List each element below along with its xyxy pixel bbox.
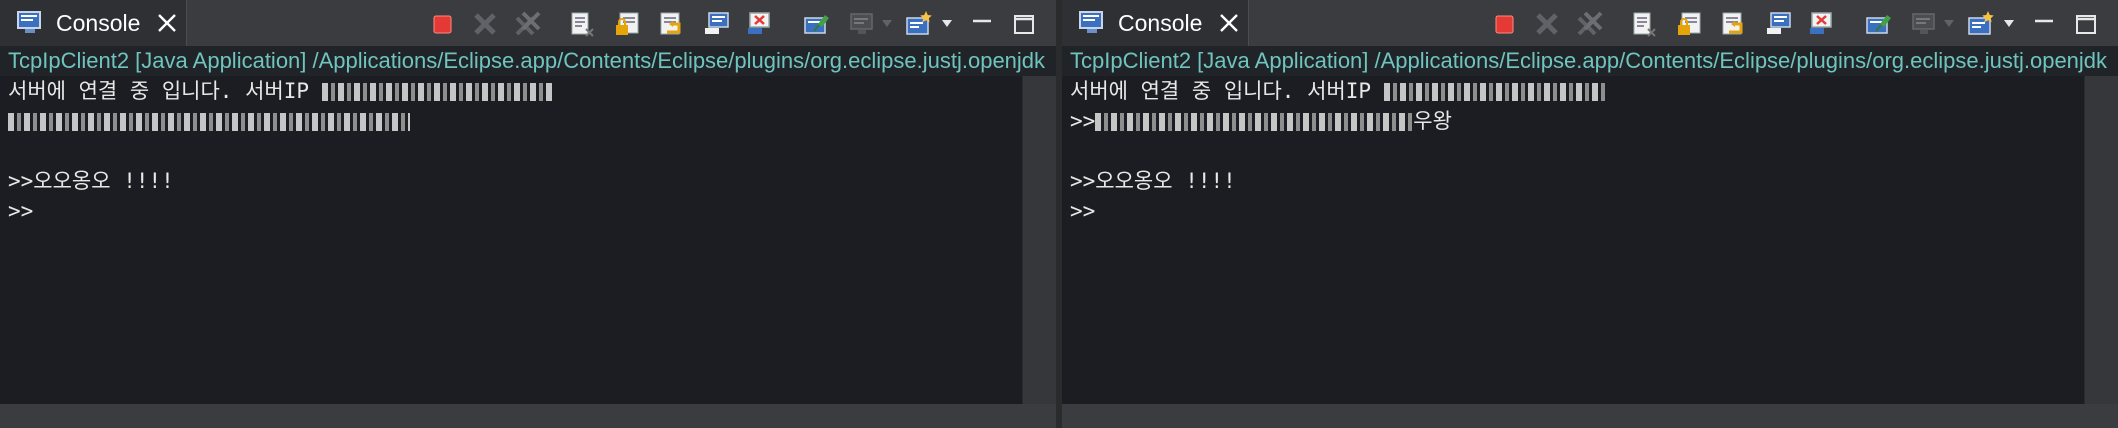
process-path: TcpIpClient2 [Java Application] /Applica… xyxy=(0,46,1056,76)
chevron-down-icon[interactable] xyxy=(1944,20,1954,28)
console-line: >> xyxy=(8,199,34,223)
terminate-icon[interactable] xyxy=(1490,10,1518,38)
scroll-lock-icon[interactable] xyxy=(614,10,642,38)
redacted-ip xyxy=(1383,83,1606,101)
pin-console-icon[interactable] xyxy=(1865,10,1893,38)
redacted-text xyxy=(1095,113,1414,131)
show-on-stderr-icon[interactable] xyxy=(1808,10,1836,38)
display-console-icon[interactable] xyxy=(848,10,876,38)
remove-all-launches-icon[interactable] xyxy=(514,10,542,38)
remove-launch-icon[interactable] xyxy=(1533,10,1561,38)
pin-console-icon[interactable] xyxy=(803,10,831,38)
console-line: >> xyxy=(1070,199,1096,223)
maximize-icon[interactable] xyxy=(2072,10,2100,38)
console-panel-left: Console TcpIpClient2 [Java Application] … xyxy=(0,0,1056,428)
console-output[interactable]: 서버에 연결 중 입니다. 서버IP >>오오옹오 !!!! >> xyxy=(0,76,1022,404)
horizontal-scrollbar[interactable] xyxy=(0,404,1056,428)
chevron-down-icon[interactable] xyxy=(942,20,952,28)
show-on-stdout-icon[interactable] xyxy=(1765,10,1793,38)
console-line xyxy=(0,106,1022,136)
process-path: TcpIpClient2 [Java Application] /Applica… xyxy=(1062,46,2118,76)
display-console-icon[interactable] xyxy=(1910,10,1938,38)
scroll-lock-icon[interactable] xyxy=(1676,10,1704,38)
vertical-scrollbar[interactable] xyxy=(1022,76,1056,404)
console-line: >>오오옹오 !!!! xyxy=(1070,169,1236,193)
console-line: >> 우왕 xyxy=(1070,109,1452,133)
redacted-text xyxy=(8,113,410,131)
console-output[interactable]: 서버에 연결 중 입니다. 서버IP >> 우왕 >>오오옹오 !!!! >> xyxy=(1062,76,2084,404)
remove-all-launches-icon[interactable] xyxy=(1576,10,1604,38)
redacted-ip xyxy=(321,83,554,101)
word-wrap-icon[interactable] xyxy=(1719,10,1747,38)
horizontal-scrollbar[interactable] xyxy=(1062,404,2118,428)
minimize-icon[interactable] xyxy=(2030,10,2058,38)
show-on-stdout-icon[interactable] xyxy=(703,10,731,38)
chevron-down-icon[interactable] xyxy=(882,20,892,28)
clear-console-icon[interactable] xyxy=(1630,10,1658,38)
chevron-down-icon[interactable] xyxy=(2004,20,2014,28)
console-toolbar xyxy=(0,0,1056,46)
vertical-scrollbar[interactable] xyxy=(2084,76,2118,404)
console-line: 서버에 연결 중 입니다. 서버IP xyxy=(1062,76,2084,106)
console-line: 서버에 연결 중 입니다. 서버IP xyxy=(0,76,1022,106)
open-console-icon[interactable] xyxy=(1967,10,1995,38)
console-line: >>오오옹오 !!!! xyxy=(8,169,174,193)
remove-launch-icon[interactable] xyxy=(471,10,499,38)
console-toolbar xyxy=(1062,0,2118,46)
terminate-icon[interactable] xyxy=(428,10,456,38)
maximize-icon[interactable] xyxy=(1010,10,1038,38)
console-panel-right: Console TcpIpClient2 [Java Application] … xyxy=(1062,0,2118,428)
open-console-icon[interactable] xyxy=(905,10,933,38)
minimize-icon[interactable] xyxy=(968,10,996,38)
word-wrap-icon[interactable] xyxy=(657,10,685,38)
clear-console-icon[interactable] xyxy=(568,10,596,38)
show-on-stderr-icon[interactable] xyxy=(746,10,774,38)
